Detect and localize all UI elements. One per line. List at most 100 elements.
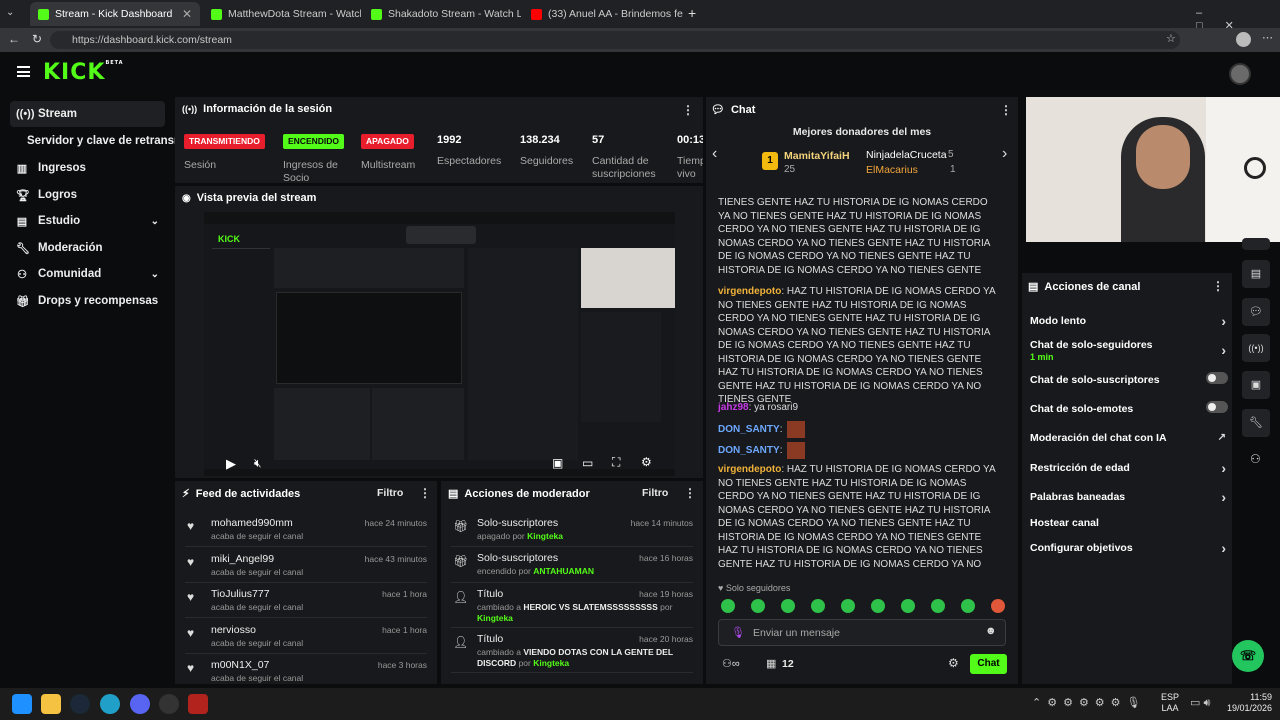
pip-icon[interactable]: ▣: [552, 456, 563, 470]
settings-icon[interactable]: ⚙: [641, 455, 652, 469]
microphone-icon[interactable]: 🎙︎: [731, 626, 745, 639]
sidebar-item-server-key[interactable]: Servidor y clave de retransm: [21, 128, 176, 154]
sidebar-item-drops[interactable]: 🎁︎ Drops y recompensas: [10, 288, 165, 314]
emote-button[interactable]: [781, 599, 795, 613]
rail-button-top[interactable]: [1242, 238, 1270, 250]
chevron-right-icon: ›: [1221, 342, 1226, 358]
sidebar-item-stream[interactable]: ((•)) Stream: [10, 101, 165, 127]
chevron-right-icon[interactable]: ›: [1002, 145, 1007, 163]
emote-button[interactable]: [811, 599, 825, 613]
chat-input[interactable]: 🎙︎ Enviar un mensaje ☻: [718, 619, 1006, 646]
emote-button[interactable]: [721, 599, 735, 613]
emote-button[interactable]: [961, 599, 975, 613]
mute-icon[interactable]: 🔇︎: [254, 456, 262, 471]
goals-row[interactable]: Configurar objetivos ›: [1030, 540, 1228, 556]
obs-icon[interactable]: [159, 694, 179, 714]
viewer-count: 12: [782, 658, 794, 670]
community-icon[interactable]: ⚇∞: [722, 657, 740, 670]
donor-name: ElMacarius: [866, 164, 918, 176]
slow-mode-row[interactable]: Modo lento ›: [1030, 313, 1228, 329]
stat-viewers-label: Espectadores: [437, 155, 502, 167]
subs-only-toggle[interactable]: [1206, 372, 1228, 384]
clock[interactable]: 11:59 19/01/2026: [1222, 692, 1272, 714]
send-chat-button[interactable]: Chat: [970, 654, 1007, 674]
browser-menu-icon[interactable]: ⋯: [1262, 31, 1273, 44]
new-tab-icon[interactable]: +: [688, 5, 696, 21]
fullscreen-icon[interactable]: ⛶: [612, 455, 620, 470]
activity-filter-button[interactable]: Filtro: [377, 487, 403, 499]
broadcast-icon[interactable]: ((•)): [1242, 334, 1270, 362]
notes-icon[interactable]: ▤: [1242, 260, 1270, 288]
broadcast-icon: ((•)): [182, 104, 198, 114]
emote-button[interactable]: [841, 599, 855, 613]
sidebar-item-moderacion[interactable]: 🔧︎ Moderación: [10, 235, 165, 261]
profile-avatar[interactable]: [1236, 32, 1251, 47]
emote-button[interactable]: [991, 599, 1005, 613]
emoji-icon[interactable]: ☻: [985, 625, 997, 637]
emote-button[interactable]: [931, 599, 945, 613]
kebab-menu-icon[interactable]: ⋮: [1000, 103, 1012, 117]
youtube-favicon: [531, 8, 542, 20]
followers-only-row[interactable]: Chat de solo-seguidores 1 min ›: [1030, 339, 1228, 363]
tab-matthewdota[interactable]: MatthewDota Stream - Watch Live ✕: [203, 2, 361, 26]
channel-actions-title: ▤ Acciones de canal: [1028, 280, 1141, 294]
emotes-only-toggle[interactable]: [1206, 401, 1228, 413]
kebab-menu-icon[interactable]: ⋮: [682, 103, 694, 117]
emote-button[interactable]: [871, 599, 885, 613]
emote-button[interactable]: [751, 599, 765, 613]
ai-moderation-row[interactable]: Moderación del chat con IA ↗: [1030, 432, 1228, 444]
chevron-left-icon[interactable]: ‹: [712, 145, 717, 163]
reload-icon[interactable]: ↻: [32, 32, 42, 46]
community-icon[interactable]: ⚇: [1250, 452, 1261, 466]
mod-filter-button[interactable]: Filtro: [642, 487, 668, 499]
tab-list-icon[interactable]: ⌄: [6, 7, 14, 18]
edge-icon[interactable]: [100, 694, 120, 714]
back-icon[interactable]: ←: [8, 32, 20, 46]
banned-words-row[interactable]: Palabras baneadas ›: [1030, 489, 1228, 505]
play-icon[interactable]: ▶: [226, 456, 236, 472]
kebab-menu-icon[interactable]: ⋮: [684, 486, 696, 500]
emote-button[interactable]: [901, 599, 915, 613]
language-indicator[interactable]: ESP LAA: [1161, 692, 1179, 714]
support-chat-button[interactable]: ☏: [1232, 640, 1264, 672]
close-icon[interactable]: ✕: [182, 7, 192, 21]
ingresos-socio-label: Ingresos de Socio: [283, 159, 338, 184]
chevron-right-icon: ›: [1221, 313, 1226, 329]
discord-icon[interactable]: [130, 694, 150, 714]
theatre-icon[interactable]: ▭: [582, 456, 593, 470]
list-icon: ▤: [1028, 281, 1039, 293]
sidebar-item-estudio[interactable]: ▤ Estudio ⌄: [10, 208, 165, 234]
chat-settings-icon[interactable]: ⚙: [948, 656, 959, 670]
viewer-list-icon[interactable]: ▦: [766, 657, 776, 670]
user-avatar[interactable]: [1229, 63, 1251, 85]
wrench-icon[interactable]: 🔧︎: [1242, 409, 1270, 437]
host-channel-row[interactable]: Hostear canal: [1030, 517, 1228, 529]
chat-bubble-icon: 💬︎: [711, 104, 725, 116]
hamburger-icon[interactable]: [17, 66, 30, 77]
community-icon: ⚇: [17, 268, 27, 281]
file-explorer-icon[interactable]: [41, 694, 61, 714]
favorites-icon[interactable]: ☆: [1166, 32, 1176, 45]
tray-icons[interactable]: ⌃⚙⚙⚙⚙⚙🎙︎: [1032, 696, 1147, 709]
dota-icon[interactable]: [188, 694, 208, 714]
network-volume-icons[interactable]: ▭ 🔊︎: [1190, 696, 1210, 710]
steam-icon[interactable]: [70, 694, 90, 714]
tab-youtube[interactable]: (33) Anuel AA - Brindemos feat. O ✕: [523, 2, 683, 26]
kebab-menu-icon[interactable]: ⋮: [1212, 279, 1224, 293]
lightning-icon: ⚡︎: [182, 488, 190, 500]
sidebar-item-ingresos[interactable]: ▥ Ingresos: [10, 155, 165, 181]
tab-kick-dashboard[interactable]: Stream - Kick Dashboard ✕: [30, 2, 200, 26]
nested-chat: [468, 248, 578, 460]
sidebar-item-logros[interactable]: 🏆︎ Logros: [10, 182, 165, 208]
age-restriction-row[interactable]: Restricción de edad ›: [1030, 460, 1228, 476]
tab-shakadoto[interactable]: Shakadoto Stream - Watch Live or ✕: [363, 2, 521, 26]
donor-count: 5: [948, 149, 954, 160]
users-icon[interactable]: ▣: [1242, 371, 1270, 399]
windows-start-icon[interactable]: [12, 694, 32, 714]
kebab-menu-icon[interactable]: ⋮: [419, 486, 431, 500]
chat-bubble-icon[interactable]: 💬︎: [1242, 298, 1270, 326]
sidebar-item-comunidad[interactable]: ⚇ Comunidad ⌄: [10, 261, 165, 287]
kick-logo[interactable]: KICKBETA: [43, 60, 124, 85]
url-field[interactable]: https://dashboard.kick.com/stream: [50, 31, 1180, 49]
stream-video[interactable]: KICK ▶ 🔇︎ ▣ ▭ ⛶ ⚙: [204, 212, 675, 476]
